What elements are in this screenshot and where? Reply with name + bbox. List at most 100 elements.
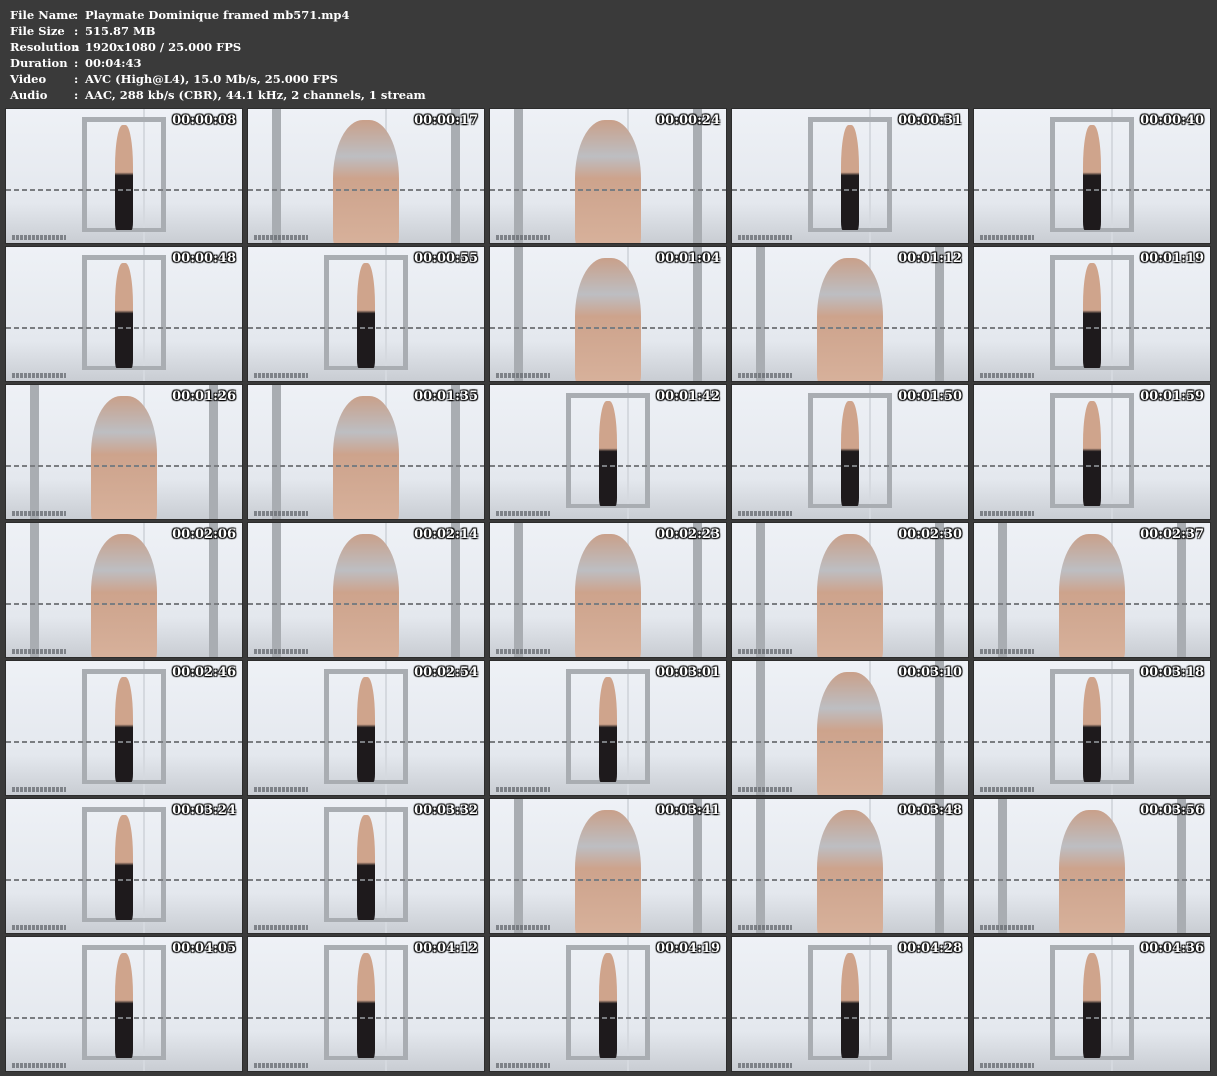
thumbnail-timestamp: 00:00:17 (414, 113, 478, 128)
thumbnail-timestamp: 00:02:54 (414, 665, 478, 680)
thumbnail-chain (490, 741, 726, 744)
watermark-logo (738, 373, 792, 378)
video-thumbnail: 00:00:40 (973, 108, 1211, 244)
thumbnail-chain (732, 741, 968, 744)
thumbnail-chain (974, 741, 1210, 744)
thumbnail-timestamp: 00:02:14 (414, 527, 478, 542)
video-thumbnail: 00:04:12 (247, 936, 485, 1072)
info-colon: : (74, 56, 79, 70)
thumbnail-chain (974, 327, 1210, 330)
thumbnail-timestamp: 00:02:23 (656, 527, 720, 542)
thumbnail-chain (732, 189, 968, 192)
info-colon: : (74, 40, 79, 54)
file-info-panel: File Name : Playmate Dominique framed mb… (10, 7, 426, 103)
thumbnail-subject (356, 815, 376, 920)
thumbnail-timestamp: 00:04:05 (172, 941, 236, 956)
watermark-logo (496, 511, 550, 516)
thumbnail-subject (574, 533, 642, 657)
watermark-logo (738, 649, 792, 654)
thumbnail-timestamp: 00:03:32 (414, 803, 478, 818)
thumbnail-timestamp: 00:00:40 (1140, 113, 1204, 128)
video-thumbnail: 00:04:05 (5, 936, 243, 1072)
thumbnail-timestamp: 00:03:41 (656, 803, 720, 818)
thumbnail-subject (598, 953, 618, 1058)
video-thumbnail: 00:03:10 (731, 660, 969, 796)
thumbnail-subject (114, 263, 134, 368)
video-thumbnail: 00:00:55 (247, 246, 485, 382)
video-thumbnail: 00:01:12 (731, 246, 969, 382)
thumbnail-timestamp: 00:01:42 (656, 389, 720, 404)
thumbnail-chain (732, 1017, 968, 1020)
video-thumbnail: 00:02:46 (5, 660, 243, 796)
thumbnail-subject (840, 953, 860, 1058)
thumbnail-chain (6, 879, 242, 882)
thumbnail-chain (248, 327, 484, 330)
thumbnail-timestamp: 00:00:24 (656, 113, 720, 128)
thumbnail-chain (974, 603, 1210, 606)
thumbnail-timestamp: 00:02:46 (172, 665, 236, 680)
thumbnail-chain (6, 741, 242, 744)
thumbnail-timestamp: 00:04:28 (898, 941, 962, 956)
video-thumbnail: 00:02:54 (247, 660, 485, 796)
watermark-logo (254, 511, 308, 516)
thumbnail-chain (248, 189, 484, 192)
watermark-logo (496, 1063, 550, 1068)
video-thumbnail: 00:01:42 (489, 384, 727, 520)
thumbnail-timestamp: 00:00:08 (172, 113, 236, 128)
thumbnail-timestamp: 00:01:04 (656, 251, 720, 266)
video-thumbnail: 00:03:01 (489, 660, 727, 796)
thumbnail-subject (816, 257, 884, 381)
thumbnail-chain (732, 465, 968, 468)
watermark-logo (980, 511, 1034, 516)
thumbnail-timestamp: 00:01:19 (1140, 251, 1204, 266)
thumbnail-subject (574, 809, 642, 933)
watermark-logo (496, 925, 550, 930)
video-thumbnail: 00:04:36 (973, 936, 1211, 1072)
thumbnail-subject (90, 533, 158, 657)
thumbnail-chain (490, 189, 726, 192)
info-row-audio: Audio : AAC, 288 kb/s (CBR), 44.1 kHz, 2… (10, 87, 426, 103)
watermark-logo (980, 649, 1034, 654)
info-row-video: Video : AVC (High@L4), 15.0 Mb/s, 25.000… (10, 71, 426, 87)
resolution-value: 1920x1080 / 25.000 FPS (85, 40, 242, 54)
thumbnail-subject (114, 677, 134, 782)
thumbnail-timestamp: 00:01:26 (172, 389, 236, 404)
thumbnail-subject (598, 401, 618, 506)
video-thumbnail: 00:02:37 (973, 522, 1211, 658)
thumbnail-subject (114, 815, 134, 920)
audio-value: AAC, 288 kb/s (CBR), 44.1 kHz, 2 channel… (85, 88, 426, 102)
watermark-logo (980, 235, 1034, 240)
thumbnail-chain (6, 327, 242, 330)
watermark-logo (738, 235, 792, 240)
watermark-logo (738, 511, 792, 516)
video-thumbnail: 00:00:31 (731, 108, 969, 244)
thumbnail-timestamp: 00:02:37 (1140, 527, 1204, 542)
thumbnail-chain (490, 465, 726, 468)
watermark-logo (496, 235, 550, 240)
thumbnail-subject (114, 125, 134, 230)
watermark-logo (980, 925, 1034, 930)
thumbnail-subject (816, 809, 884, 933)
video-thumbnail: 00:00:17 (247, 108, 485, 244)
watermark-logo (254, 1063, 308, 1068)
info-row-file-name: File Name : Playmate Dominique framed mb… (10, 7, 426, 23)
thumbnail-chain (732, 327, 968, 330)
video-thumbnail: 00:02:06 (5, 522, 243, 658)
watermark-logo (254, 373, 308, 378)
thumbnail-subject (332, 533, 400, 657)
thumbnail-timestamp: 00:04:36 (1140, 941, 1204, 956)
watermark-logo (980, 1063, 1034, 1068)
thumbnail-chain (6, 603, 242, 606)
thumbnail-chain (248, 603, 484, 606)
thumbnail-chain (974, 1017, 1210, 1020)
thumbnail-subject (332, 119, 400, 243)
thumbnail-chain (248, 741, 484, 744)
watermark-logo (12, 511, 66, 516)
file-name-value: Playmate Dominique framed mb571.mp4 (85, 8, 350, 22)
duration-label: Duration (10, 56, 68, 70)
watermark-logo (12, 373, 66, 378)
watermark-logo (496, 373, 550, 378)
video-thumbnail: 00:00:48 (5, 246, 243, 382)
video-thumbnail: 00:01:19 (973, 246, 1211, 382)
video-thumbnail: 00:03:41 (489, 798, 727, 934)
